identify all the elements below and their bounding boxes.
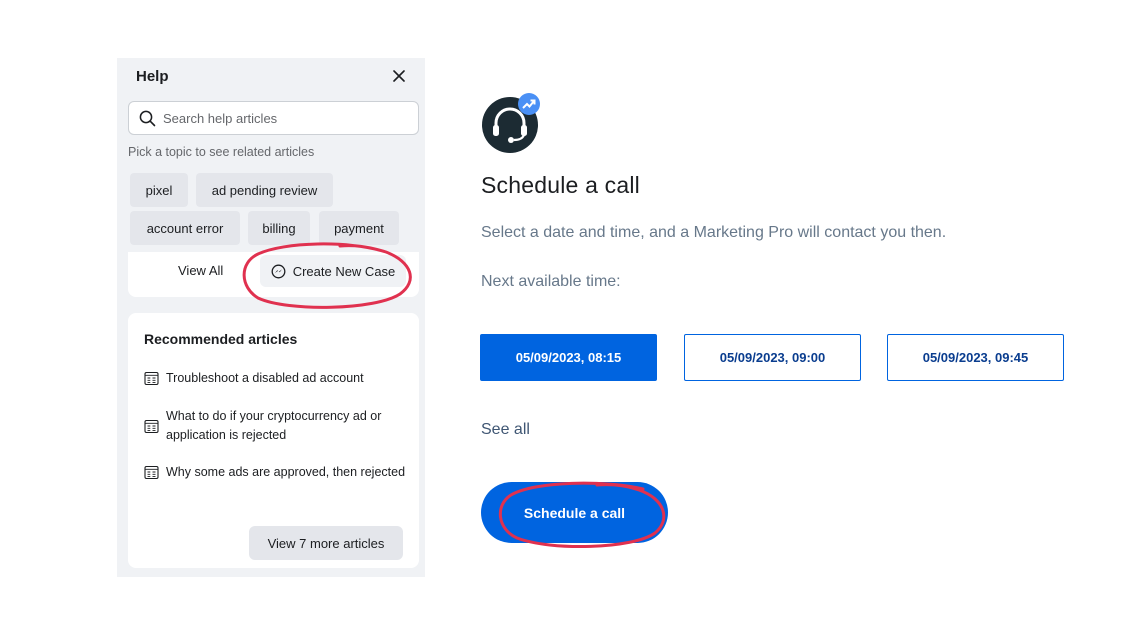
topic-chip-account-error[interactable]: account error — [130, 211, 240, 245]
article-title: Troubleshoot a disabled ad account — [166, 371, 364, 385]
search-icon — [139, 110, 156, 126]
view-more-articles-button[interactable]: View 7 more articles — [249, 526, 403, 560]
time-slot-button-selected[interactable]: 05/09/2023, 08:15 — [480, 334, 657, 381]
article-icon — [144, 371, 159, 386]
create-new-case-button[interactable]: Create New Case — [260, 255, 406, 287]
search-input[interactable] — [163, 110, 403, 126]
recommended-title: Recommended articles — [144, 331, 298, 347]
support-agent-icon — [482, 90, 544, 159]
time-slot-button[interactable]: 05/09/2023, 09:45 — [887, 334, 1064, 381]
recommended-articles-card: Recommended articles Troubleshoot a disa… — [128, 313, 419, 568]
create-new-case-label: Create New Case — [292, 263, 396, 279]
messenger-icon — [271, 264, 286, 279]
topic-chip-ad-pending-review[interactable]: ad pending review — [196, 173, 333, 207]
topic-hint: Pick a topic to see related articles — [128, 145, 315, 159]
article-title: Why some ads are approved, then rejected — [166, 465, 406, 479]
schedule-call-button[interactable]: Schedule a call — [481, 482, 668, 543]
schedule-description: Select a date and time, and a Marketing … — [481, 224, 947, 241]
help-title: Help — [136, 68, 169, 85]
topic-chip-pixel[interactable]: pixel — [130, 173, 188, 207]
close-icon — [393, 70, 405, 82]
view-all-link[interactable]: View All — [178, 263, 223, 278]
article-title: What to do if your cryptocurrency ad or … — [166, 409, 382, 442]
article-link[interactable]: Why some ads are approved, then rejected — [144, 463, 406, 482]
search-box[interactable] — [128, 101, 419, 135]
see-all-link[interactable]: See all — [481, 421, 530, 439]
topic-chip-payment[interactable]: payment — [319, 211, 399, 245]
topic-chip-billing[interactable]: billing — [248, 211, 310, 245]
help-panel: Help Pick a topic to see related article… — [117, 58, 425, 577]
article-link[interactable]: What to do if your cryptocurrency ad or … — [144, 407, 406, 445]
article-icon — [144, 465, 159, 480]
time-slot-button[interactable]: 05/09/2023, 09:00 — [684, 334, 861, 381]
schedule-title: Schedule a call — [481, 172, 640, 198]
topic-card: pixel ad pending review account error bi… — [128, 166, 419, 297]
article-icon — [144, 419, 159, 434]
next-available-label: Next available time: — [481, 273, 621, 290]
close-button[interactable] — [389, 66, 409, 86]
article-link[interactable]: Troubleshoot a disabled ad account — [144, 369, 406, 388]
